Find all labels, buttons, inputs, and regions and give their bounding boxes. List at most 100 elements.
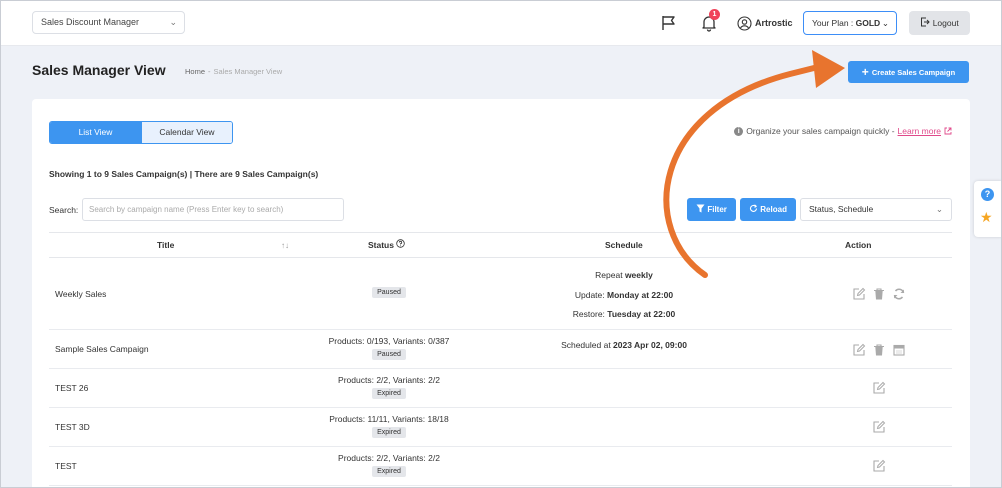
app-select[interactable]: Sales Discount Manager ⌄ <box>32 11 185 34</box>
top-bar: Sales Discount Manager ⌄ 1 Artrostic You… <box>0 0 1002 46</box>
campaign-status: Products: 2/2, Variants: 2/2 Expired <box>279 453 499 477</box>
view-toggle: List View Calendar View <box>49 121 233 144</box>
side-widget: ? ★ <box>974 181 1002 237</box>
status-badge: Expired <box>372 466 406 477</box>
column-schedule: Schedule <box>605 240 643 250</box>
trash-icon[interactable] <box>872 287 886 301</box>
schedule-prefix: Scheduled at <box>561 340 614 350</box>
logout-icon <box>921 17 931 27</box>
status-badge: Expired <box>372 427 406 438</box>
filter-label: Filter <box>707 205 727 214</box>
trash-icon[interactable] <box>872 343 886 357</box>
campaign-status: Paused <box>279 284 499 298</box>
page-title: Sales Manager View <box>32 62 166 78</box>
breadcrumb-separator: - <box>208 67 211 76</box>
learn-more-link[interactable]: Learn more <box>898 126 941 136</box>
logout-label: Logout <box>932 18 959 28</box>
app-select-value: Sales Discount Manager <box>41 17 140 27</box>
notification-badge: 1 <box>709 9 720 20</box>
schedule-line: Update: Monday at 22:00 <box>509 286 739 306</box>
table-header: Title ↑↓ Status Schedule Action <box>49 232 952 258</box>
calendar-view-tab[interactable]: Calendar View <box>141 122 232 143</box>
campaign-title[interactable]: TEST 26 <box>55 383 88 393</box>
row-actions <box>809 459 949 473</box>
breadcrumb-home[interactable]: Home <box>185 67 205 76</box>
user-name: Artrostic <box>755 18 793 28</box>
reload-label: Reload <box>760 205 787 214</box>
refresh-icon[interactable] <box>892 287 906 301</box>
status-text: Products: 2/2, Variants: 2/2 <box>338 453 440 463</box>
reload-icon <box>750 204 758 212</box>
campaign-title[interactable]: TEST 3D <box>55 422 90 432</box>
help-icon[interactable]: ? <box>981 188 994 201</box>
organize-text: Organize your sales campaign quickly - <box>746 126 895 136</box>
column-title[interactable]: Title <box>157 233 174 258</box>
campaign-card: List View Calendar View i Organize your … <box>32 99 970 488</box>
table-row: TEST 3D Products: 11/11, Variants: 18/18… <box>49 408 952 447</box>
row-actions <box>809 381 949 395</box>
campaign-status: Products: 0/193, Variants: 0/387 Paused <box>279 336 499 360</box>
edit-icon[interactable] <box>852 287 866 301</box>
schedule-value: 2023 Apr 02, 09:00 <box>613 340 687 350</box>
chevron-down-icon: ⌄ <box>881 18 889 28</box>
external-link-icon[interactable] <box>944 127 952 135</box>
campaign-title[interactable]: TEST <box>55 461 77 471</box>
logout-button[interactable]: Logout <box>909 11 970 35</box>
plan-button[interactable]: Your Plan : GOLD ⌄ <box>803 11 897 35</box>
help-circle-icon[interactable] <box>396 239 406 248</box>
campaign-table: Title ↑↓ Status Schedule Action Weekly S… <box>49 232 952 486</box>
calendar-icon[interactable] <box>892 343 906 357</box>
schedule-line: Repeat weekly <box>509 266 739 286</box>
campaign-status: Products: 2/2, Variants: 2/2 Expired <box>279 375 499 399</box>
status-badge: Expired <box>372 388 406 399</box>
plan-label: Your Plan : <box>812 18 856 28</box>
table-row: Sample Sales Campaign Products: 0/193, V… <box>49 330 952 369</box>
schedule-value: Tuesday at 22:00 <box>607 309 676 319</box>
schedule-line: Restore: Tuesday at 22:00 <box>509 305 739 325</box>
info-icon: i <box>734 126 744 136</box>
plus-icon: + <box>861 65 869 79</box>
search-label: Search: <box>49 205 79 215</box>
status-text: Products: 11/11, Variants: 18/18 <box>329 414 449 424</box>
search-input[interactable] <box>82 198 344 221</box>
status-badge: Paused <box>372 287 406 298</box>
column-status-label: Status <box>368 240 394 250</box>
user-menu[interactable]: Artrostic <box>737 14 793 32</box>
schedule-value: weekly <box>624 270 653 280</box>
breadcrumb-current: Sales Manager View <box>213 67 283 76</box>
column-action: Action <box>845 240 872 250</box>
row-actions <box>809 420 949 434</box>
status-badge: Paused <box>372 349 406 360</box>
campaign-status: Products: 11/11, Variants: 18/18 Expired <box>279 414 499 438</box>
campaign-title[interactable]: Sample Sales Campaign <box>55 344 149 354</box>
status-text: Products: 2/2, Variants: 2/2 <box>338 375 440 385</box>
flag-icon[interactable] <box>660 14 678 32</box>
list-view-tab[interactable]: List View <box>50 122 141 143</box>
create-sales-campaign-button[interactable]: + Create Sales Campaign <box>848 61 969 83</box>
sort-select[interactable]: Status, Schedule ⌄ <box>800 198 952 221</box>
table-row: Weekly Sales Paused Repeat weekly Update… <box>49 258 952 330</box>
create-label: Create Sales Campaign <box>871 68 956 77</box>
chevron-down-icon: ⌄ <box>169 17 177 27</box>
star-icon[interactable]: ★ <box>980 210 993 224</box>
schedule-prefix: Restore: <box>572 309 608 319</box>
filter-icon <box>696 204 705 213</box>
status-text: Products: 0/193, Variants: 0/387 <box>328 336 450 346</box>
row-actions <box>809 343 949 357</box>
campaign-title[interactable]: Weekly Sales <box>55 289 106 299</box>
edit-icon[interactable] <box>872 381 886 395</box>
edit-icon[interactable] <box>852 343 866 357</box>
filter-button[interactable]: Filter <box>687 198 736 221</box>
edit-icon[interactable] <box>872 420 886 434</box>
table-row: TEST 26 Products: 2/2, Variants: 2/2 Exp… <box>49 369 952 408</box>
column-status: Status <box>368 233 406 258</box>
user-avatar-icon <box>737 15 752 31</box>
schedule-prefix: Repeat <box>595 270 625 280</box>
campaign-schedule: Repeat weekly Update: Monday at 22:00 Re… <box>509 266 739 325</box>
row-actions <box>809 287 949 301</box>
sort-arrows-icon[interactable]: ↑↓ <box>281 233 289 258</box>
table-row: TEST Products: 2/2, Variants: 2/2 Expire… <box>49 447 952 486</box>
organize-hint: i Organize your sales campaign quickly -… <box>734 126 952 136</box>
reload-button[interactable]: Reload <box>740 198 796 221</box>
edit-icon[interactable] <box>872 459 886 473</box>
